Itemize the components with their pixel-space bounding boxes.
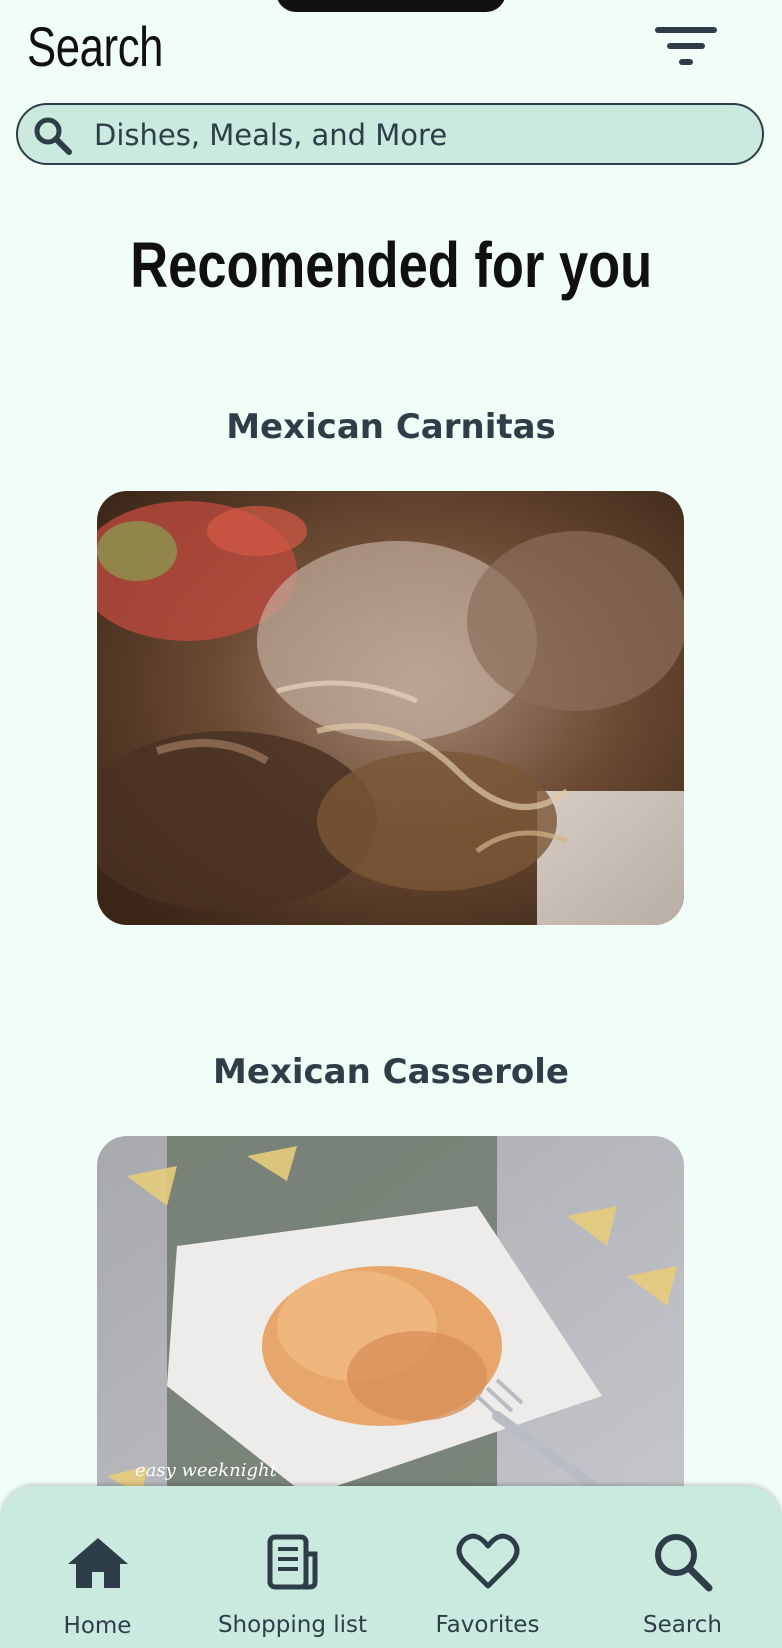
- nav-label-search: Search: [642, 1612, 723, 1638]
- recipe-title[interactable]: Mexican Casserole: [0, 1052, 782, 1092]
- heart-icon: [456, 1533, 519, 1589]
- recipe-image-carnitas[interactable]: [97, 491, 684, 925]
- carnitas-photo: [97, 491, 684, 925]
- search-screen: Search Recomended for you Mexican Carnit…: [0, 0, 782, 1648]
- home-icon: [67, 1538, 128, 1588]
- nav-label-favorites: Favorites: [435, 1612, 540, 1638]
- image-caption: easy weeknight: [135, 1460, 278, 1481]
- search-input[interactable]: [94, 113, 734, 157]
- camera-notch: [276, 0, 506, 12]
- search-icon: [654, 1534, 712, 1592]
- nav-item-shopping-list[interactable]: Shopping list: [195, 1486, 390, 1648]
- search-icon: [34, 117, 72, 155]
- list-icon: [267, 1534, 317, 1590]
- recommended-heading: Recomended for you: [130, 229, 652, 301]
- nav-item-home[interactable]: Home: [0, 1486, 195, 1648]
- recipe-title[interactable]: Mexican Carnitas: [0, 407, 782, 447]
- search-bar[interactable]: [16, 103, 764, 165]
- nav-label-home: Home: [63, 1613, 132, 1639]
- page-title: Search: [27, 15, 164, 78]
- bottom-nav: Home Shopping list Favorites Search: [0, 1486, 782, 1648]
- nav-label-shopping-list: Shopping list: [217, 1612, 368, 1638]
- nav-item-search[interactable]: Search: [585, 1486, 780, 1648]
- filter-button[interactable]: [650, 22, 722, 74]
- nav-item-favorites[interactable]: Favorites: [390, 1486, 585, 1648]
